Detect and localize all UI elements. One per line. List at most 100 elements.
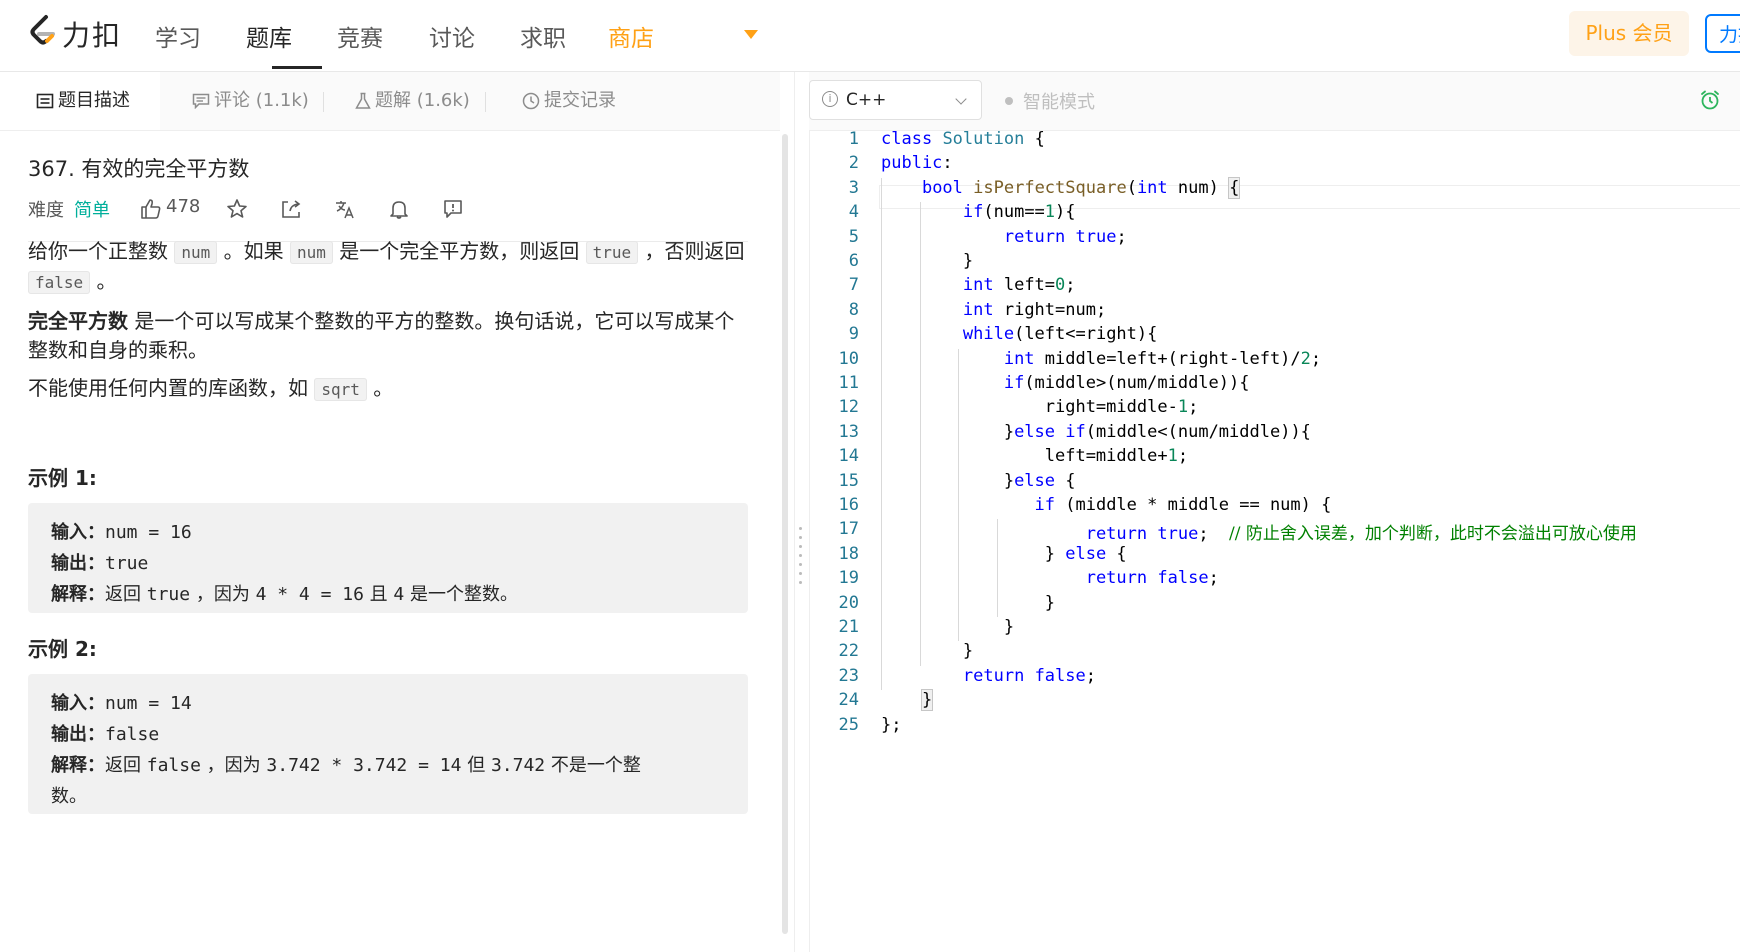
input-value: num = 14	[105, 693, 192, 714]
code-line[interactable]: while(left<=right){	[881, 324, 1157, 344]
caret-down-icon[interactable]	[744, 30, 758, 39]
code-line[interactable]: bool isPerfectSquare(int num) {	[881, 176, 1241, 199]
code-line[interactable]: return false;	[881, 666, 1096, 686]
constraint-paragraph: 不能使用任何内置的库函数，如 sqrt 。	[28, 374, 748, 404]
plus-member-button[interactable]: Plus 会员	[1569, 11, 1689, 56]
code: false	[146, 755, 201, 776]
code-line[interactable]: return false;	[881, 568, 1219, 588]
line-number: 6	[848, 251, 859, 271]
text: ，因为	[195, 584, 250, 605]
alarm-clock-icon[interactable]	[1699, 89, 1721, 111]
code-line[interactable]: public:	[881, 153, 953, 173]
tab-label: 评论 (1.1k)	[214, 90, 309, 111]
tab-separator	[485, 92, 486, 112]
tab-label: 提交记录	[544, 90, 616, 111]
code-line[interactable]: right=middle-1;	[881, 397, 1199, 417]
login-button[interactable]: 力扣	[1705, 14, 1740, 53]
leetcode-logo-icon[interactable]	[26, 14, 60, 48]
tab-submissions[interactable]: 提交记录	[522, 72, 616, 130]
language-select[interactable]: i C++	[809, 80, 982, 120]
line-number: 15	[838, 470, 859, 491]
line-number: 24	[838, 690, 859, 711]
tab-solutions[interactable]: 题解 (1.6k)	[355, 72, 470, 130]
nav-item-jobs[interactable]: 求职	[520, 19, 566, 53]
brand-name[interactable]: 力扣	[62, 14, 122, 54]
code-line[interactable]: }	[881, 593, 1055, 613]
code-line[interactable]: return true; // 防止舍入误差，加个判断，此时不会溢出可放心使用	[881, 519, 1637, 544]
text: 。如果	[223, 239, 284, 263]
inline-code: num	[174, 241, 218, 264]
tab-comments[interactable]: 评论 (1.1k)	[192, 72, 309, 130]
definition-paragraph: 完全平方数 是一个可以写成某个整数的平方的整数。换句话说，它可以写成某个整数和自…	[28, 307, 748, 365]
text: 。	[96, 269, 117, 293]
line-number: 22	[838, 641, 859, 662]
tab-label: 题解 (1.6k)	[375, 90, 470, 111]
code-line[interactable]: }else {	[881, 471, 1076, 491]
nav-item-problems[interactable]: 题库	[246, 19, 292, 53]
text: 返回	[105, 584, 141, 605]
text: 但	[467, 755, 486, 776]
line-number: 8	[848, 299, 859, 320]
description-scrollbar[interactable]	[782, 134, 788, 934]
code-line[interactable]: left=middle+1;	[881, 446, 1188, 466]
bell-icon[interactable]	[388, 198, 410, 220]
line-number: 13	[838, 421, 859, 442]
text: 数。	[51, 786, 87, 807]
description-paragraph: 给你一个正整数 num 。如果 num 是一个完全平方数，则返回 true ，否…	[28, 237, 748, 297]
code-line[interactable]: }	[881, 251, 973, 271]
line-number: 12	[838, 397, 859, 418]
smart-mode-toggle[interactable]: 智能模式	[1023, 88, 1095, 114]
line-number: 7	[848, 275, 859, 296]
text: 给你一个正整数	[28, 239, 168, 263]
line-number: 17	[838, 519, 859, 540]
code-line[interactable]: }	[881, 689, 934, 712]
text: 不是一个整	[550, 755, 641, 776]
pane-splitter[interactable]	[794, 72, 810, 952]
top-nav: 力扣 学习 题库 竞赛 讨论 求职 商店 Plus 会员 力扣	[0, 0, 1740, 72]
nav-item-contest[interactable]: 竞赛	[337, 19, 383, 53]
line-number: 2	[848, 153, 859, 174]
text: 是一个整数。	[409, 584, 518, 605]
code-line[interactable]: if(num==1){	[881, 202, 1076, 222]
code-line[interactable]: }else if(middle<(num/middle)){	[881, 422, 1311, 442]
bold-term: 完全平方数	[28, 309, 128, 333]
feedback-icon[interactable]	[442, 198, 464, 220]
nav-item-discuss[interactable]: 讨论	[429, 19, 475, 53]
language-label: C++	[846, 90, 887, 110]
tab-description[interactable]: 题目描述	[0, 72, 160, 130]
comment-icon	[192, 93, 210, 109]
inline-code: true	[585, 241, 639, 264]
code-line[interactable]: return true;	[881, 227, 1127, 247]
code-line[interactable]: }	[881, 617, 1014, 637]
code-line[interactable]: };	[881, 715, 901, 735]
code-editor[interactable]: 1 class Solution {2 public: 3 bool isPerfec…	[809, 129, 1740, 952]
text: 是一个完全平方数，则返回	[339, 239, 580, 263]
code-line[interactable]: } else {	[881, 544, 1127, 564]
line-number: 16	[838, 495, 859, 515]
nav-item-learn[interactable]: 学习	[155, 19, 201, 53]
code-line[interactable]: }	[881, 641, 973, 661]
drag-handle-icon[interactable]	[799, 527, 803, 597]
line-number: 20	[838, 592, 859, 613]
indent-guide	[996, 519, 998, 617]
translate-icon[interactable]	[334, 198, 356, 220]
code-line[interactable]: int right=num;	[881, 300, 1106, 320]
code: true	[146, 584, 191, 605]
code-line[interactable]: int left=0;	[881, 275, 1076, 295]
code-line[interactable]: if (middle * middle == num) {	[881, 495, 1332, 515]
share-icon[interactable]	[280, 198, 302, 220]
code: 4	[393, 584, 405, 605]
text: 是一个可以写成某个整数的平方的整数。换句话说，它可以写成某个整数和自身的乘积。	[28, 309, 735, 362]
star-icon[interactable]	[226, 198, 248, 220]
explain-label: 解释：	[51, 584, 105, 605]
thumbs-up-icon[interactable]	[140, 198, 162, 220]
tab-label: 题目描述	[58, 90, 130, 111]
example-title: 示例 2:	[28, 637, 97, 661]
line-number: 18	[838, 543, 859, 564]
code-line[interactable]: if(middle>(num/middle)){	[881, 373, 1250, 393]
nav-item-store[interactable]: 商店	[608, 19, 654, 53]
code-line[interactable]: class Solution {	[881, 129, 1045, 149]
info-icon[interactable]: i	[822, 91, 838, 107]
code-line[interactable]: int middle=left+(right-left)/2;	[881, 349, 1321, 369]
output-value: true	[105, 553, 149, 574]
